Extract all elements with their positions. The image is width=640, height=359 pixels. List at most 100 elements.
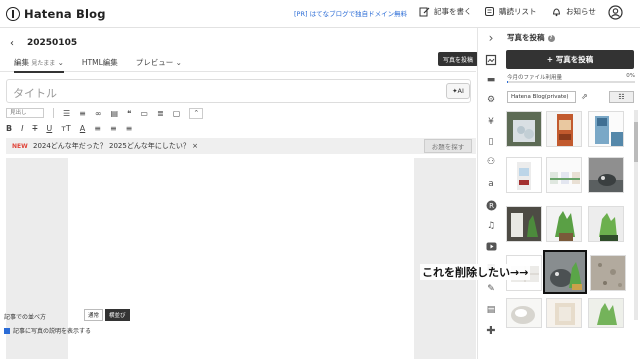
hatena-logo[interactable]: Hatena Blog bbox=[6, 6, 106, 21]
editor-tabs: 編集 見たまま ⌄ HTML編集 プレビュー ⌄ bbox=[14, 57, 200, 73]
tab-preview[interactable]: プレビュー ⌄ bbox=[136, 57, 182, 73]
svg-text:R: R bbox=[489, 202, 494, 210]
chevron-right-icon[interactable]: › bbox=[485, 31, 497, 45]
ai-label: AI bbox=[457, 87, 464, 95]
caption-checkbox-label: 記事に写真の説明を表示する bbox=[13, 328, 92, 335]
text-size-icon[interactable]: тT bbox=[61, 124, 71, 133]
photo-thumb-15[interactable] bbox=[588, 298, 624, 328]
notice-link[interactable]: お知らせ bbox=[551, 6, 596, 17]
odai-bar: NEW 2024どんな年だった？ 2025どんな年にしたい？ × bbox=[6, 138, 476, 154]
panel-scrollbar-thumb[interactable] bbox=[634, 122, 638, 162]
write-entry-link[interactable]: 記事を書く bbox=[419, 6, 472, 17]
html-block-icon[interactable]: ▢ bbox=[173, 109, 181, 118]
youtube-icon[interactable] bbox=[485, 240, 497, 252]
reader-link[interactable]: 購読リスト bbox=[484, 6, 537, 17]
logo-text: Hatena Blog bbox=[24, 6, 106, 21]
title-input[interactable]: タイトル bbox=[6, 79, 471, 103]
chevron-left-icon[interactable]: ‹ bbox=[10, 38, 14, 49]
tab-edit[interactable]: 編集 見たまま ⌄ bbox=[14, 57, 64, 73]
avatar[interactable] bbox=[608, 5, 627, 20]
hatena-logo-icon bbox=[6, 6, 20, 21]
panel-title: 写真を投稿? bbox=[507, 32, 555, 43]
post-photo-button[interactable]: + 写真を投稿 bbox=[506, 50, 634, 69]
editor-body[interactable] bbox=[68, 158, 414, 359]
photo-thumb-6[interactable] bbox=[588, 157, 624, 193]
document-icon[interactable]: ▯ bbox=[485, 136, 497, 148]
ai-button[interactable]: ✦ AI bbox=[446, 83, 470, 99]
find-odai-button[interactable]: お題を探す bbox=[424, 139, 472, 153]
external-link-icon[interactable]: ⇗ bbox=[581, 92, 588, 101]
quote-icon[interactable]: ❝ bbox=[127, 109, 131, 118]
link-icon[interactable]: ∞ bbox=[95, 109, 102, 118]
plus-icon: + bbox=[546, 55, 556, 64]
list-number-icon[interactable]: ≡ bbox=[79, 109, 86, 118]
photo-thumb-1[interactable] bbox=[506, 111, 542, 147]
tab-edit-label: 編集 bbox=[14, 58, 29, 67]
editor-toolbar-row-2: B I T U тT A ≡ ≡ ≡ bbox=[6, 121, 141, 135]
page-icon[interactable]: ▤ bbox=[485, 304, 497, 316]
order-side-button[interactable]: 横並び bbox=[105, 309, 130, 321]
folder-icon[interactable]: ▬ bbox=[485, 74, 497, 86]
photo-thumb-8[interactable] bbox=[546, 206, 582, 242]
promo-link[interactable]: [PR] はてなブログで独自ドメイン無料 bbox=[294, 8, 407, 18]
text-color-icon[interactable]: A bbox=[80, 124, 85, 133]
align-center-icon[interactable]: ≡ bbox=[110, 124, 117, 133]
checkbox-icon[interactable] bbox=[4, 328, 10, 334]
order-buttons: 通常 横並び bbox=[82, 309, 130, 321]
align-right-icon[interactable]: ≡ bbox=[126, 124, 133, 133]
photo-thumb-14[interactable] bbox=[546, 298, 582, 328]
usage-value: 0% bbox=[626, 73, 635, 79]
photo-thumb-7[interactable] bbox=[506, 206, 542, 242]
amazon-icon[interactable]: a bbox=[485, 178, 497, 190]
underline-icon[interactable]: U bbox=[46, 124, 52, 133]
yen-icon[interactable]: ¥ bbox=[485, 116, 497, 128]
editor-header: ‹ 20250105 編集 見たまま ⌄ HTML編集 プレビュー ⌄ bbox=[0, 28, 476, 73]
view-toggle-button[interactable]: ☷ bbox=[609, 91, 634, 103]
align-left-icon[interactable]: ≡ bbox=[94, 124, 101, 133]
order-label: 記事での並べ方 bbox=[4, 314, 47, 321]
photo-thumb-4[interactable] bbox=[506, 157, 542, 193]
help-icon[interactable]: ? bbox=[547, 35, 555, 42]
collapse-toolbar-icon[interactable]: ⌃ bbox=[189, 107, 204, 119]
photo-thumb-2[interactable] bbox=[546, 111, 582, 147]
list-view-icon: ☷ bbox=[618, 93, 625, 101]
people-icon[interactable]: ⚇ bbox=[485, 156, 497, 168]
strike-icon[interactable]: T bbox=[32, 124, 37, 133]
embed-icon[interactable]: ▭ bbox=[140, 109, 148, 118]
photo-icon[interactable] bbox=[485, 54, 497, 66]
tab-html-label: HTML編集 bbox=[81, 58, 118, 67]
list-bullet-icon[interactable]: ☰ bbox=[63, 109, 70, 118]
plus-icon[interactable]: ✚ bbox=[485, 324, 497, 337]
gear-icon[interactable]: ⚙ bbox=[485, 94, 497, 106]
tab-html[interactable]: HTML編集 bbox=[82, 57, 118, 73]
photo-thumb-3[interactable] bbox=[588, 111, 624, 147]
photo-thumb-9[interactable] bbox=[588, 206, 624, 242]
panel-title-text: 写真を投稿 bbox=[507, 33, 545, 42]
tooltip: 写真を投稿 bbox=[438, 52, 478, 66]
chevron-down-icon: ⌄ bbox=[175, 58, 182, 67]
bold-icon[interactable]: B bbox=[6, 124, 12, 133]
odai-text[interactable]: 2024どんな年だった？ 2025どんな年にしたい？ × bbox=[33, 142, 198, 150]
italic-icon[interactable]: I bbox=[21, 124, 23, 133]
usage-bar bbox=[507, 81, 635, 83]
pencil-icon bbox=[419, 7, 430, 17]
caption-checkbox-row[interactable]: 記事に写真の説明を表示する bbox=[4, 326, 91, 335]
notice-label: お知らせ bbox=[566, 7, 596, 16]
photo-thumb-13[interactable] bbox=[506, 298, 542, 328]
more-icon[interactable]: ≣ bbox=[157, 109, 164, 118]
album-select[interactable]: Hatena Blog(private) bbox=[507, 91, 576, 103]
photo-thumb-12[interactable] bbox=[590, 255, 626, 291]
format-select[interactable]: 見出し bbox=[6, 108, 44, 118]
photo-thumb-selected[interactable] bbox=[543, 250, 587, 294]
photo-thumb-5[interactable] bbox=[546, 157, 582, 193]
annotation-text: これを削除したい→→ bbox=[420, 264, 531, 280]
reader-icon bbox=[485, 7, 494, 16]
order-normal-button[interactable]: 通常 bbox=[84, 309, 104, 321]
brush-icon[interactable]: ✎ bbox=[485, 283, 497, 295]
music-icon[interactable]: ♫ bbox=[485, 220, 497, 232]
reader-label: 購読リスト bbox=[499, 7, 537, 16]
table-icon[interactable]: ▤ bbox=[111, 109, 119, 118]
chevron-down-icon: ⌄ bbox=[57, 58, 64, 67]
rakuten-icon[interactable]: R bbox=[485, 199, 497, 211]
usage-row: 今月のファイル利用量 0% bbox=[507, 73, 635, 81]
